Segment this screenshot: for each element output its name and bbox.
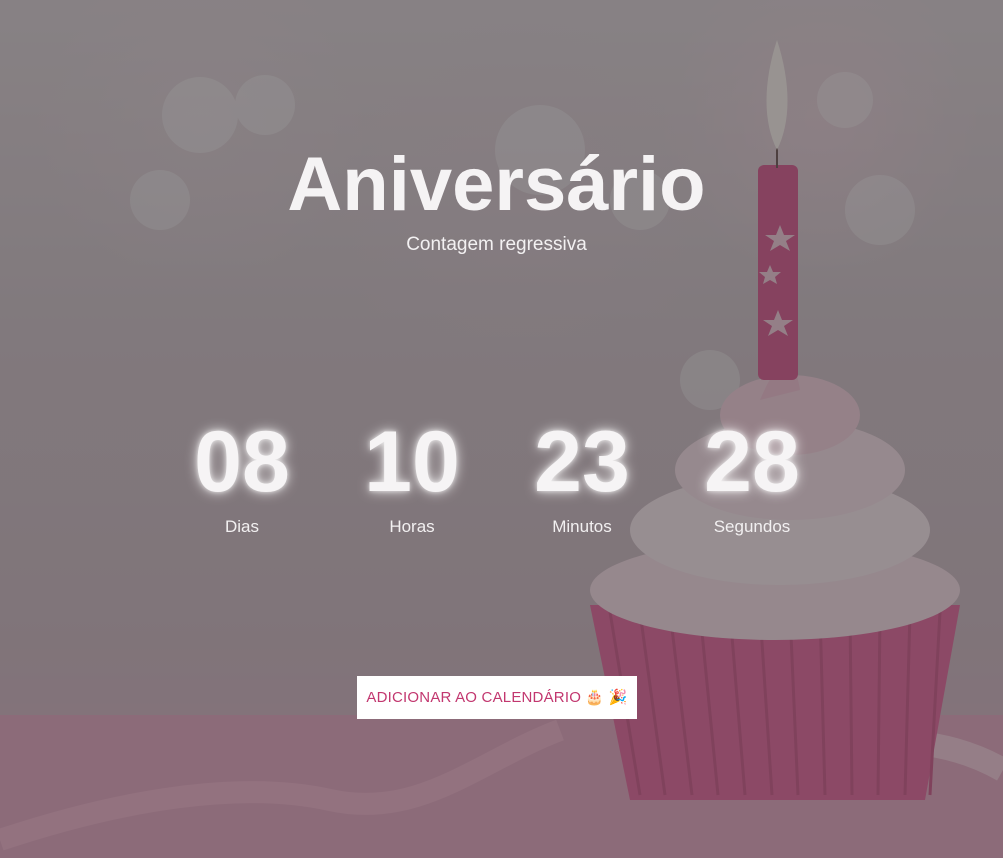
page-subtitle: Contagem regressiva <box>406 234 587 255</box>
content-layer: Aniversário Contagem regressiva 08 Dias … <box>0 0 1003 858</box>
page-title: Aniversário <box>287 142 706 227</box>
countdown-page: Aniversário Contagem regressiva 08 Dias … <box>0 0 1003 858</box>
days-label: Dias <box>224 517 259 536</box>
hours-value: 10 <box>364 414 460 510</box>
countdown-timer: 08 Dias 10 Horas 23 Minutos 28 Segundos <box>157 412 837 542</box>
countdown-hours: 10 Horas <box>327 412 497 538</box>
days-value: 08 <box>194 414 290 510</box>
seconds-value: 28 <box>704 414 800 510</box>
seconds-label: Segundos <box>713 517 791 536</box>
minutes-value: 23 <box>534 414 630 510</box>
minutes-label: Minutos <box>552 517 612 536</box>
countdown-days: 08 Dias <box>157 412 327 538</box>
countdown-seconds: 28 Segundos <box>667 412 837 538</box>
hours-label: Horas <box>389 517 435 536</box>
countdown-minutes: 23 Minutos <box>497 412 667 538</box>
add-to-calendar-button[interactable]: ADICIONAR AO CALENDÁRIO 🎂 🎉 <box>357 676 637 719</box>
